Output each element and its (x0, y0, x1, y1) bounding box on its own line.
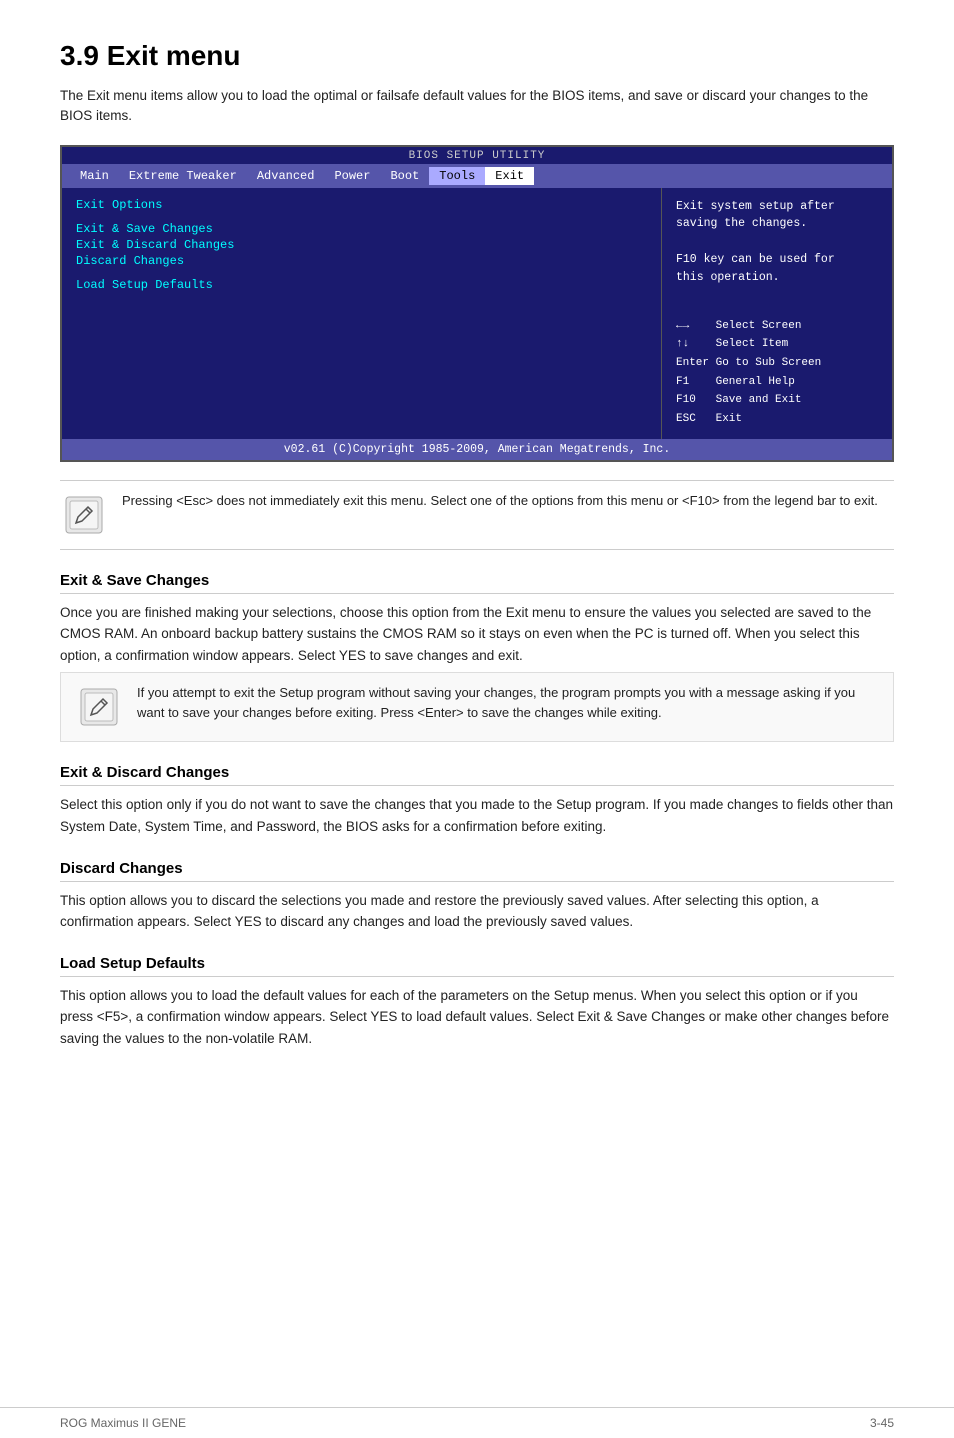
bios-nav-advanced[interactable]: Advanced (247, 167, 325, 185)
note-text-2: If you attempt to exit the Setup program… (137, 683, 879, 722)
footer-left: ROG Maximus II GENE (60, 1416, 186, 1430)
bios-navbar: Main Extreme Tweaker Advanced Power Boot… (62, 164, 892, 188)
intro-text: The Exit menu items allow you to load th… (60, 86, 894, 127)
note-icon-2 (75, 683, 123, 731)
bios-menu-load-defaults[interactable]: Load Setup Defaults (76, 278, 647, 292)
bios-nav-boot[interactable]: Boot (380, 167, 429, 185)
bios-legend: ←→ Select Screen ↑↓ Select Item Enter Go… (676, 317, 878, 429)
page-footer: ROG Maximus II GENE 3-45 (0, 1407, 954, 1438)
pen-icon-2 (77, 685, 121, 729)
body-discard: This option allows you to discard the se… (60, 890, 894, 933)
pen-icon (62, 493, 106, 537)
heading-exit-save: Exit & Save Changes (60, 572, 894, 594)
body-exit-save: Once you are finished making your select… (60, 602, 894, 667)
bios-section-title: Exit Options (76, 198, 647, 212)
bios-nav-exit[interactable]: Exit (485, 167, 534, 185)
note-box-2: If you attempt to exit the Setup program… (60, 672, 894, 742)
bios-nav-extreme[interactable]: Extreme Tweaker (119, 167, 247, 185)
body-load-defaults: This option allows you to load the defau… (60, 985, 894, 1050)
heading-discard: Discard Changes (60, 860, 894, 882)
body-exit-discard: Select this option only if you do not wa… (60, 794, 894, 837)
note-icon-1 (60, 491, 108, 539)
bios-nav-main[interactable]: Main (70, 167, 119, 185)
bios-left-panel: Exit Options Exit & Save Changes Exit & … (62, 188, 662, 439)
heading-exit-discard: Exit & Discard Changes (60, 764, 894, 786)
bios-menu-exit-save[interactable]: Exit & Save Changes (76, 222, 647, 236)
bios-screenshot: BIOS SETUP UTILITY Main Extreme Tweaker … (60, 145, 894, 462)
bios-menu-exit-discard[interactable]: Exit & Discard Changes (76, 238, 647, 252)
bios-nav-tools[interactable]: Tools (429, 167, 485, 185)
bios-help-text: Exit system setup aftersaving the change… (676, 198, 878, 287)
bios-right-panel: Exit system setup aftersaving the change… (662, 188, 892, 439)
bios-header: BIOS SETUP UTILITY (62, 147, 892, 164)
sections-container: Exit & Save Changes Once you are finishe… (60, 572, 894, 1050)
bios-footer: v02.61 (C)Copyright 1985-2009, American … (62, 439, 892, 460)
note-text-1: Pressing <Esc> does not immediately exit… (122, 491, 894, 511)
heading-load-defaults: Load Setup Defaults (60, 955, 894, 977)
bios-nav-power[interactable]: Power (324, 167, 380, 185)
bios-content: Exit Options Exit & Save Changes Exit & … (62, 188, 892, 439)
bios-menu-discard-changes[interactable]: Discard Changes (76, 254, 647, 268)
footer-right: 3-45 (870, 1416, 894, 1430)
page-title: 3.9 Exit menu (60, 40, 894, 72)
note-box-1: Pressing <Esc> does not immediately exit… (60, 480, 894, 550)
